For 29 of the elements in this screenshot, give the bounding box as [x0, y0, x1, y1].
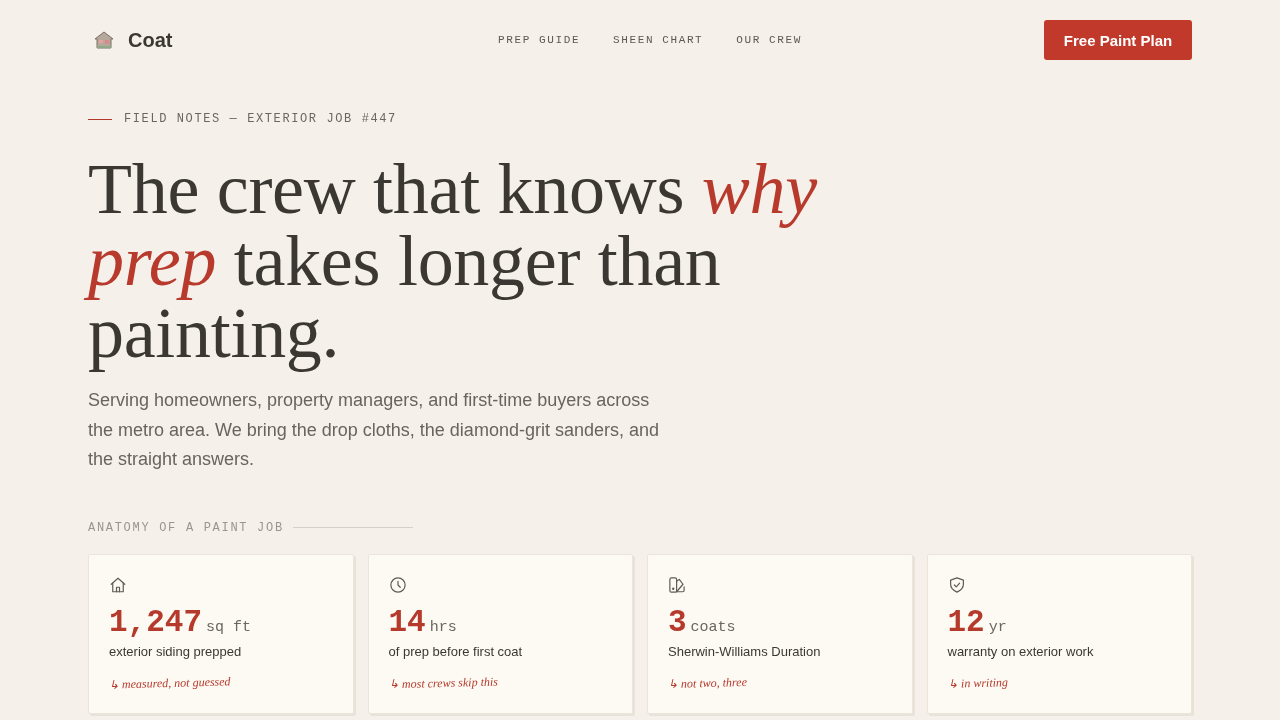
stat-value: 14: [388, 605, 426, 640]
hero-intro-text: Serving homeowners, property managers, and first-time buyers across the metro area. We bring the drop cloths, the diamond-grit sanders, and the straight answers.: [88, 389, 660, 471]
nav-link[interactable]: PREP GUIDE: [498, 34, 581, 46]
stat-value: 1,247: [109, 605, 202, 640]
stat-label: warranty on exterior work: [947, 643, 1095, 660]
stat-value: 3: [668, 605, 687, 640]
handwritten-note: ↳ most crews skip this: [388, 674, 498, 692]
handwritten-note: ↳ in writing: [947, 674, 1008, 692]
handwritten-note: ↳ not two, three: [667, 674, 748, 692]
stat-unit: yr: [988, 618, 1007, 636]
stat-unit: hrs: [429, 618, 457, 636]
nav-link[interactable]: OUR CREW: [736, 34, 802, 46]
stat-unit: sq ft: [206, 618, 252, 636]
stat-label: Sherwin-Williams Duration: [668, 643, 822, 660]
stat-label: exterior siding prepped: [109, 643, 243, 660]
handwritten-note: ↳ measured, not guessed: [108, 673, 231, 693]
section-heading: ANATOMY OF A PAINT JOB: [88, 520, 284, 535]
stat-label: of prep before first coat: [388, 643, 524, 660]
swatches-icon: [668, 575, 686, 594]
shield-check-icon: [947, 575, 966, 594]
stat-value: 12: [947, 605, 985, 640]
free-paint-plan-button[interactable]: Free Paint Plan: [1044, 20, 1192, 60]
nav-link[interactable]: SHEEN CHART: [613, 34, 704, 46]
eyebrow-label: FIELD NOTES — EXTERIOR JOB #447: [124, 112, 397, 126]
brand-logo-text[interactable]: Coat: [128, 28, 173, 52]
house-icon: [94, 31, 114, 49]
house-icon: [109, 575, 127, 594]
stat-unit: coats: [690, 618, 736, 636]
clock-icon: [388, 575, 407, 594]
